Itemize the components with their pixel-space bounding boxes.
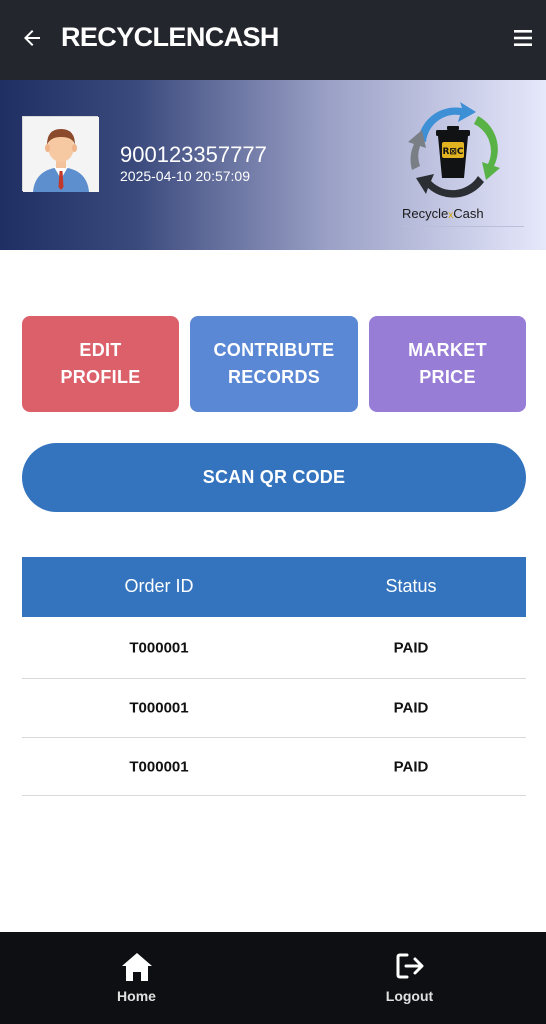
order-id-cell: T000001: [129, 758, 189, 775]
status-cell: PAID: [393, 639, 429, 656]
logo-brand-right: Cash: [453, 206, 484, 221]
status-cell: PAID: [393, 699, 429, 717]
nav-home-label: Home: [117, 988, 156, 1004]
edit-profile-button[interactable]: EDIT PROFILE: [22, 316, 179, 412]
logout-icon: [396, 953, 423, 979]
order-id-cell: T000001: [129, 639, 189, 656]
app-screen: RECYCLENCASH 900123357777 2025-04-10 20:…: [0, 0, 546, 1024]
nav-home[interactable]: Home: [0, 932, 273, 1024]
table-row[interactable]: T000001 PAID: [22, 617, 526, 679]
user-timestamp: 2025-04-10 20:57:09: [120, 168, 250, 184]
top-app-bar: RECYCLENCASH: [0, 0, 546, 80]
header-order-id: Order ID: [124, 576, 194, 596]
recyclencash-logo: R⊠C RecyclexCash: [396, 100, 524, 230]
profile-banner: 900123357777 2025-04-10 20:57:09 R⊠C Rec…: [0, 80, 546, 250]
order-id-cell: T000001: [129, 699, 189, 717]
logo-badge-text: R⊠C: [442, 147, 463, 157]
scan-qr-code-button[interactable]: SCAN QR CODE: [22, 443, 526, 512]
user-avatar-icon: [23, 117, 99, 192]
table-row[interactable]: T000001 PAID: [22, 738, 526, 796]
logo-divider: [402, 226, 524, 227]
market-price-button[interactable]: MARKET PRICE: [369, 316, 526, 412]
home-icon: [121, 953, 152, 981]
nav-logout-label: Logout: [385, 988, 434, 1004]
status-cell: PAID: [393, 758, 429, 775]
back-arrow-icon[interactable]: [20, 26, 44, 50]
contribute-records-button[interactable]: CONTRIBUTE RECORDS: [190, 316, 358, 412]
app-title: RECYCLENCASH: [61, 22, 279, 52]
orders-table: Order ID Status T000001 PAID T000001 PAI…: [22, 557, 526, 796]
table-header: Order ID Status: [22, 557, 526, 617]
user-id: 900123357777: [120, 142, 267, 167]
hamburger-menu-icon[interactable]: [514, 27, 532, 49]
table-row[interactable]: T000001 PAID: [22, 679, 526, 738]
nav-logout[interactable]: Logout: [273, 932, 546, 1024]
header-status: Status: [385, 576, 437, 596]
bottom-navigation: Home Logout: [0, 932, 546, 1024]
logo-brand-text: RecyclexCash: [402, 206, 484, 221]
logo-brand-left: Recycle: [402, 206, 449, 221]
recycle-arrows-icon: R⊠C: [408, 102, 500, 198]
avatar: [22, 116, 99, 192]
